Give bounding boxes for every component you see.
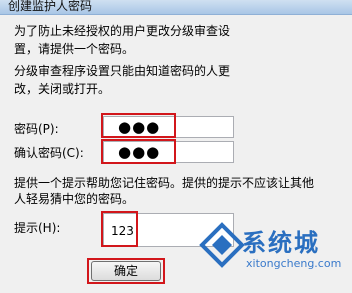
password-highlight xyxy=(101,113,176,138)
hint-help-line-2: 人轻易猜中您的密码。 xyxy=(14,192,135,206)
dialog-title: 创建监护人密码 xyxy=(8,0,93,13)
ok-button-highlight xyxy=(87,258,165,284)
confirm-password-label: 确认密码(C): xyxy=(14,146,84,160)
intro-line-4: 改，关闭或打开。 xyxy=(14,82,111,96)
hint-highlight xyxy=(101,211,138,247)
watermark-url: xitongcheng.com xyxy=(246,257,342,270)
intro-line-1: 为了防止未经授权的用户更改分级审查设 xyxy=(14,24,231,38)
xitongcheng-logo-icon xyxy=(199,222,245,268)
password-label: 密码(P): xyxy=(14,122,59,136)
confirm-password-highlight xyxy=(101,139,176,164)
hint-label: 提示(H): xyxy=(14,221,61,235)
intro-line-2: 置，请提供一个密码。 xyxy=(14,42,135,56)
watermark-brand: 系统城 xyxy=(242,229,320,257)
watermark: 系统城 xitongcheng.com xyxy=(196,209,352,293)
intro-line-3: 分级审查程序设置只能由知道密码的人更 xyxy=(14,64,231,78)
dialog-titlebar: 创建监护人密码 xyxy=(0,0,352,15)
